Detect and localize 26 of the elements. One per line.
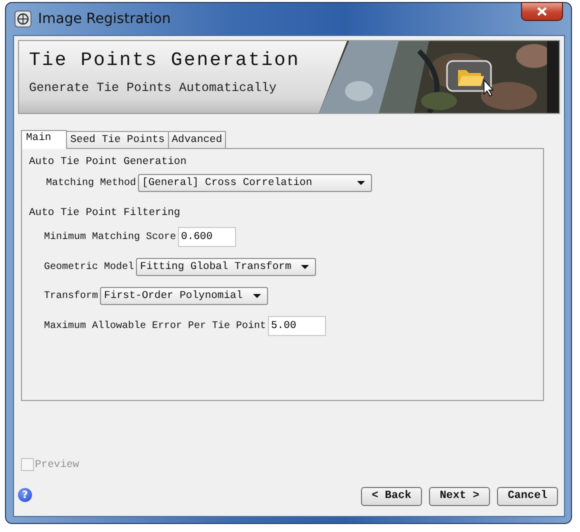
next-button[interactable]: Next > xyxy=(429,486,490,506)
input-field[interactable]: 0.600 xyxy=(178,227,236,247)
close-icon xyxy=(537,7,547,16)
back-button[interactable]: < Back xyxy=(361,486,422,506)
field-label: Geometric Model xyxy=(44,262,134,272)
window-title: Image Registration xyxy=(38,11,171,27)
dropdown[interactable]: Fitting Global Transform xyxy=(136,258,316,276)
field-label: Minimum Matching Score xyxy=(44,232,176,242)
cancel-button[interactable]: Cancel xyxy=(497,486,558,506)
section-heading: Auto Tie Point Generation xyxy=(29,156,187,168)
field-label: Maximum Allowable Error Per Tie Point xyxy=(44,320,266,332)
folder-icon xyxy=(446,60,496,98)
app-icon xyxy=(14,10,32,28)
banner-subtitle: Generate Tie Points Automatically xyxy=(29,81,278,95)
field-label: Transform xyxy=(44,290,98,302)
checkbox-label: Preview xyxy=(35,458,80,470)
tab[interactable]: Seed Tie Points xyxy=(66,131,169,148)
dropdown[interactable]: First-Order Polynomial xyxy=(100,287,268,305)
tab[interactable]: Main xyxy=(21,130,68,149)
field-label: Matching Method xyxy=(46,178,136,188)
tab[interactable]: Advanced xyxy=(168,131,226,148)
banner-title: Tie Points Generation xyxy=(29,49,300,71)
close-button[interactable] xyxy=(521,2,563,21)
dropdown[interactable]: [General] Cross Correlation xyxy=(138,174,372,192)
input-field[interactable]: 5.00 xyxy=(268,316,326,336)
section-heading: Auto Tie Point Filtering xyxy=(29,207,180,219)
